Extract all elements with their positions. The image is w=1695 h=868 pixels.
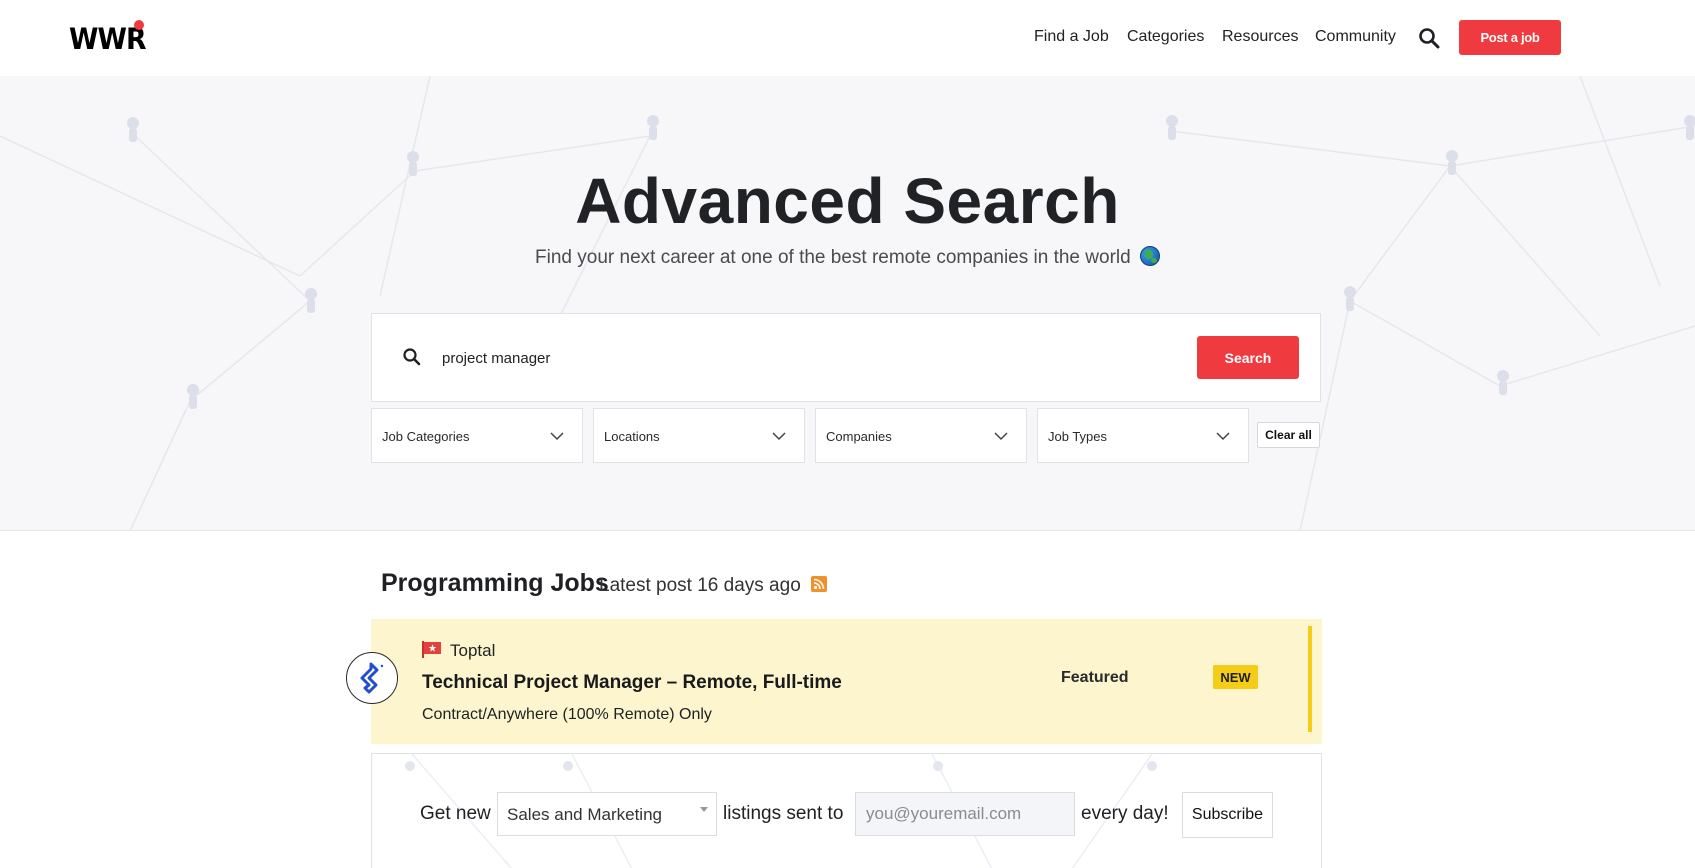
featured-highlight-bar [1308,626,1312,732]
filter-job-types[interactable]: Job Types [1037,408,1249,463]
nav-resources[interactable]: Resources [1222,28,1298,46]
globe-icon [1139,246,1160,266]
select-value: Sales and Marketing [507,805,662,824]
hero-section: Advanced Search Find your next career at… [0,76,1695,531]
filter-label: Job Categories [382,429,470,444]
new-badge: NEW [1213,665,1258,689]
chevron-down-icon [550,432,564,441]
search-icon [402,347,422,367]
search-icon[interactable] [1418,27,1440,49]
subscribe-prefix: Get new [420,803,491,824]
company-logo[interactable] [346,652,398,704]
job-region: Contract/Anywhere (100% Remote) Only [422,706,712,723]
logo-dot [134,20,144,30]
post-a-job-button[interactable]: Post a job [1459,20,1561,55]
subscribe-category-select[interactable]: Sales and Marketing [497,792,717,836]
search-button[interactable]: Search [1197,336,1299,379]
nav-community[interactable]: Community [1315,28,1396,46]
subscribe-middle: listings sent to [723,803,844,824]
subscribe-suffix: every day! [1081,803,1169,824]
chevron-down-icon [772,432,786,441]
search-bar: Search [371,313,1321,402]
page-subtitle: Find your next career at one of the best… [0,246,1695,269]
nav-find-a-job[interactable]: Find a Job [1034,28,1109,46]
nav-categories[interactable]: Categories [1127,28,1204,46]
site-header: WWR Find a Job Categories Resources Comm… [0,0,1695,76]
subtitle-text: Find your next career at one of the best… [535,247,1131,268]
filter-companies[interactable]: Companies [815,408,1027,463]
filter-job-categories[interactable]: Job Categories [371,408,583,463]
filter-label: Job Types [1048,429,1108,444]
filter-locations[interactable]: Locations [593,408,805,463]
filter-label: Companies [826,429,892,444]
rss-icon[interactable] [811,576,827,592]
section-title[interactable]: Programming Jobs [381,569,609,598]
caret-down-icon [700,807,708,812]
latest-post-text: Latest post 16 days ago [599,575,801,596]
search-input[interactable] [442,342,1142,374]
company-name: Toptal [450,641,496,660]
chevron-down-icon [1216,432,1230,441]
subscribe-button[interactable]: Subscribe [1182,792,1273,838]
clear-all-button[interactable]: Clear all [1257,422,1320,448]
featured-label: Featured [1061,669,1129,686]
flag-icon [422,641,442,658]
filter-label: Locations [604,429,660,444]
chevron-down-icon [994,432,1008,441]
job-title[interactable]: Technical Project Manager – Remote, Full… [422,672,842,694]
email-field[interactable] [855,792,1075,836]
page-title: Advanced Search [575,165,1120,237]
